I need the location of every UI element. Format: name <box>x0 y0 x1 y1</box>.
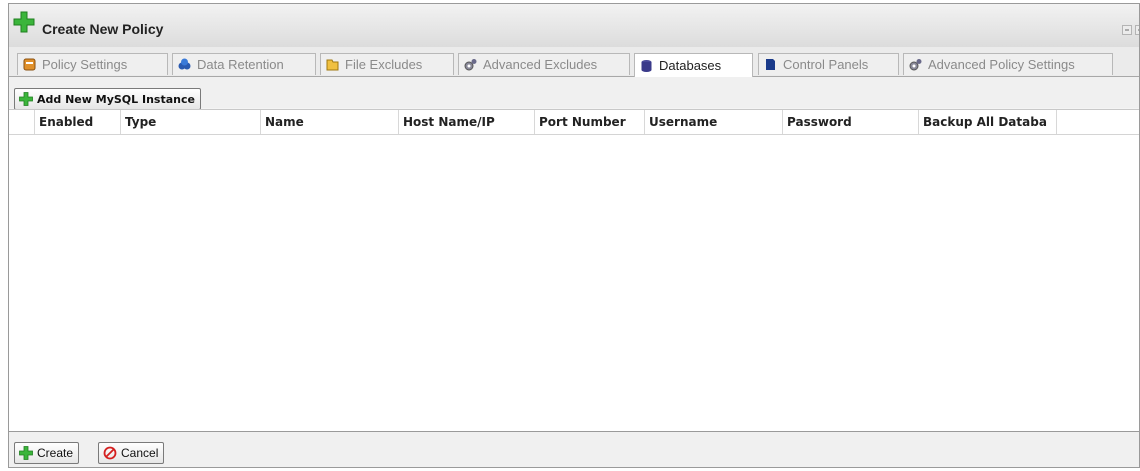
column-header-username[interactable]: Username <box>645 110 783 134</box>
tab-strip: Policy Settings Data Retention File Excl… <box>9 47 1139 77</box>
tab-label: Policy Settings <box>42 57 128 72</box>
column-header-port[interactable]: Port Number <box>535 110 645 134</box>
column-header-name[interactable]: Name <box>261 110 399 134</box>
control-panels-icon <box>766 59 775 70</box>
add-mysql-instance-button[interactable]: Add New MySQL Instance <box>14 88 201 110</box>
window-title: Create New Policy <box>42 21 164 37</box>
grid-body[interactable] <box>9 135 1139 432</box>
column-header-type[interactable]: Type <box>121 110 261 134</box>
tab-label: Data Retention <box>197 57 284 72</box>
add-plus-icon <box>19 92 33 106</box>
grid-header: Enabled Type Name Host Name/IP Port Numb… <box>9 110 1139 135</box>
column-header-backup-all[interactable]: Backup All Databa <box>919 110 1057 134</box>
databases-icon <box>641 60 652 72</box>
toolbar: Add New MySQL Instance <box>9 77 1139 110</box>
cancel-button[interactable]: Cancel <box>98 442 165 464</box>
cancel-icon <box>103 446 117 460</box>
tab-control-panels[interactable]: Control Panels <box>758 53 899 75</box>
dialog-footer: Create Cancel <box>9 432 1139 467</box>
column-header-enabled[interactable]: Enabled <box>35 110 121 134</box>
column-header-host[interactable]: Host Name/IP <box>399 110 535 134</box>
tab-databases[interactable]: Databases <box>634 53 753 77</box>
tab-label: Advanced Policy Settings <box>928 57 1075 72</box>
tab-label: Databases <box>659 58 722 73</box>
column-header-spacer <box>9 110 35 134</box>
tab-advanced-excludes[interactable]: Advanced Excludes <box>458 53 630 75</box>
database-grid: Enabled Type Name Host Name/IP Port Numb… <box>9 109 1139 432</box>
advanced-policy-settings-icon <box>909 59 922 71</box>
create-button[interactable]: Create <box>14 442 80 464</box>
add-plus-icon <box>19 446 33 460</box>
window-titlebar: Create New Policy <box>9 4 1139 47</box>
advanced-excludes-icon <box>464 59 477 71</box>
tab-file-excludes[interactable]: File Excludes <box>320 53 454 75</box>
tab-label: File Excludes <box>345 57 423 72</box>
cancel-label: Cancel <box>121 446 159 460</box>
minimize-button[interactable] <box>1122 25 1132 35</box>
tab-data-retention[interactable]: Data Retention <box>172 53 316 75</box>
close-button[interactable] <box>1135 25 1139 35</box>
column-header-password[interactable]: Password <box>783 110 919 134</box>
tab-policy-settings[interactable]: Policy Settings <box>17 53 168 75</box>
data-retention-icon <box>178 58 191 70</box>
policy-settings-icon <box>23 58 36 71</box>
tab-label: Control Panels <box>783 57 869 72</box>
file-excludes-icon <box>326 59 339 71</box>
tab-advanced-policy-settings[interactable]: Advanced Policy Settings <box>903 53 1113 75</box>
create-policy-window: Create New Policy Policy Settings Data R… <box>8 3 1140 468</box>
add-plus-icon <box>13 11 35 33</box>
tab-label: Advanced Excludes <box>483 57 598 72</box>
add-mysql-instance-label: Add New MySQL Instance <box>37 92 195 106</box>
create-label: Create <box>37 446 74 460</box>
